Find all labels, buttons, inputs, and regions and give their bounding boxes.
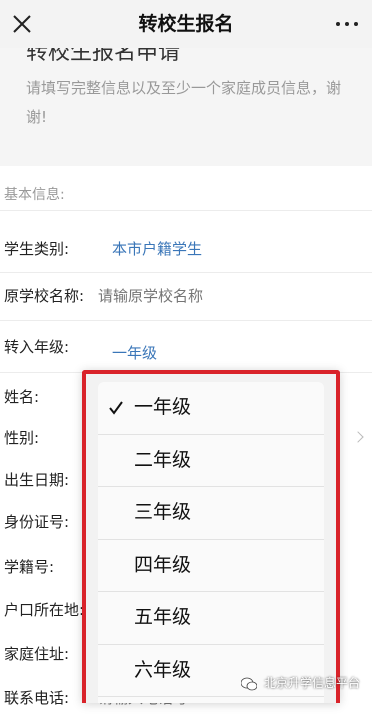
watermark-text: 北京升学信息平台 bbox=[263, 676, 360, 690]
student-type-value[interactable]: 本市户籍学生 bbox=[112, 227, 202, 271]
grade-picker: 一年级 二年级 三年级 四年级 五年级 六年级 bbox=[82, 370, 340, 703]
grade-option[interactable]: 三年级 bbox=[98, 487, 324, 540]
grade-option[interactable]: 一年级 bbox=[98, 382, 324, 435]
grade-option-label: 四年级 bbox=[134, 553, 192, 576]
field-label: 户口所在地: bbox=[4, 601, 85, 619]
page-title: 转校生报名 bbox=[138, 13, 234, 35]
grade-option-label: 六年级 bbox=[134, 658, 192, 681]
form-heading: 转校生报名申请 bbox=[26, 48, 181, 65]
field-school-name[interactable]: 原学校名称: bbox=[0, 274, 372, 318]
grade-option-label: 三年级 bbox=[134, 501, 192, 523]
top-bar: 转校生报名 bbox=[0, 0, 372, 49]
grade-option[interactable]: 四年级 bbox=[98, 540, 324, 592]
grade-value[interactable]: 一年级 bbox=[112, 331, 157, 375]
field-label: 家庭住址: bbox=[4, 645, 70, 663]
field-student-type[interactable]: 学生类别: 本市户籍学生 bbox=[0, 227, 372, 271]
school-name-input[interactable] bbox=[98, 274, 298, 318]
watermark: 北京升学信息平台 bbox=[241, 674, 360, 691]
grade-option-label: 五年级 bbox=[134, 606, 192, 628]
divider bbox=[0, 320, 372, 321]
field-label: 学籍号: bbox=[4, 558, 55, 576]
checkmark-icon bbox=[108, 399, 124, 415]
section-label: 基本信息: bbox=[4, 187, 65, 203]
more-dot-icon bbox=[345, 22, 349, 26]
field-label: 原学校名称: bbox=[4, 287, 85, 305]
grade-option[interactable]: 五年级 bbox=[98, 592, 324, 645]
field-label: 性别: bbox=[4, 429, 40, 447]
intro-text: 请填写完整信息以及至少一个家庭成员信息，谢谢! bbox=[26, 79, 342, 126]
field-grade[interactable]: 转入年级: 一年级 bbox=[0, 325, 372, 369]
field-label: 转入年级: bbox=[4, 338, 70, 356]
field-label: 出生日期: bbox=[4, 471, 70, 489]
wechat-icon bbox=[241, 677, 258, 690]
intro-panel: 转校生报名申请 请填写完整信息以及至少一个家庭成员信息，谢谢! bbox=[0, 48, 372, 166]
more-dot-icon bbox=[354, 22, 358, 26]
more-dot-icon bbox=[336, 22, 340, 26]
grade-options-list: 一年级 二年级 三年级 四年级 五年级 六年级 bbox=[98, 382, 324, 703]
more-options-button[interactable] bbox=[336, 18, 360, 30]
grade-option-label: 一年级 bbox=[134, 396, 192, 418]
grade-option[interactable]: 二年级 bbox=[98, 435, 324, 487]
divider bbox=[0, 272, 372, 273]
field-label: 身份证号: bbox=[4, 513, 70, 531]
divider bbox=[0, 210, 372, 211]
field-label: 学生类别: bbox=[4, 240, 70, 258]
field-label: 姓名: bbox=[4, 388, 40, 406]
field-label: 联系电话: bbox=[4, 689, 70, 707]
grade-option-label: 二年级 bbox=[134, 448, 192, 471]
chevron-right-icon bbox=[352, 431, 364, 443]
